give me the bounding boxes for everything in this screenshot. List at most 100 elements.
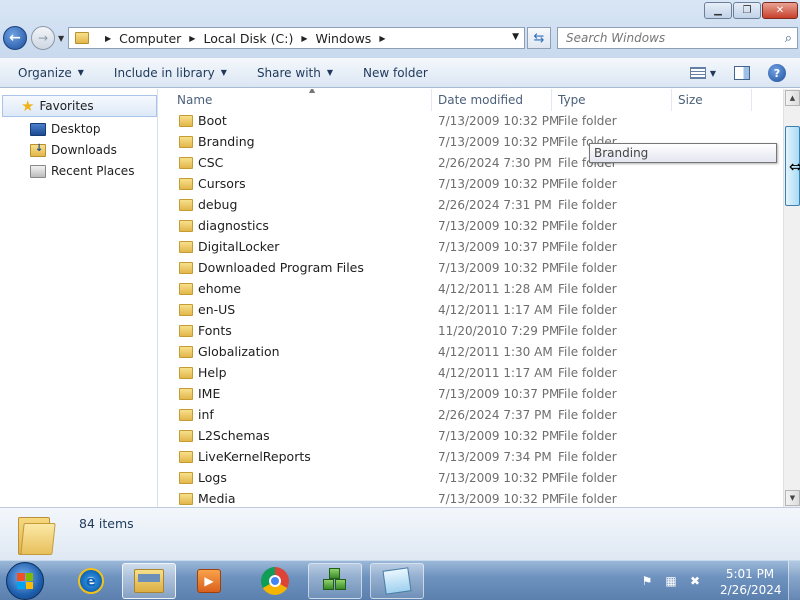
file-date: 7/13/2009 10:32 PM (438, 260, 560, 275)
media-player-icon: ▶ (197, 569, 221, 593)
column-header-type[interactable]: Type (552, 89, 672, 111)
folder-icon (179, 198, 193, 211)
column-header-size[interactable]: Size (672, 89, 752, 111)
taskbar-media-player[interactable]: ▶ (182, 563, 236, 599)
column-name-label: Name (177, 93, 213, 107)
table-row[interactable]: DigitalLocker 7/13/2009 10:37 PM File fold… (159, 236, 783, 257)
table-row[interactable]: Help 4/12/2011 1:17 AM File folder (159, 362, 783, 383)
column-size-label: Size (678, 93, 703, 107)
table-row[interactable]: inf 2/26/2024 7:37 PM File folder (159, 404, 783, 425)
table-row[interactable]: Boot 7/13/2009 10:32 PM File folder (159, 110, 783, 131)
file-date: 7/13/2009 10:32 PM (438, 491, 560, 506)
folder-icon (179, 114, 193, 127)
sort-ascending-icon: ▲ (309, 89, 316, 94)
table-row[interactable]: en-US 4/12/2011 1:17 AM File folder (159, 299, 783, 320)
file-name: debug (198, 197, 238, 212)
table-row[interactable]: Fonts 11/20/2010 7:29 PM File folder (159, 320, 783, 341)
tooltip: Branding (589, 143, 777, 163)
start-button[interactable] (6, 562, 44, 600)
table-row[interactable]: IME 7/13/2009 10:37 PM File folder (159, 383, 783, 404)
chevron-right-icon[interactable]: ▶ (189, 34, 195, 43)
folder-icon (179, 345, 193, 358)
clock[interactable]: 5:01 PM 2/26/2024 (720, 566, 782, 598)
refresh-button[interactable]: ⇆ (527, 27, 551, 49)
column-header-date[interactable]: Date modified (432, 89, 552, 111)
column-header-name[interactable]: Name ▲ (171, 89, 432, 111)
scroll-down-button[interactable]: ▼ (785, 490, 800, 506)
breadcrumb-computer[interactable]: Computer (119, 31, 181, 46)
file-name: diagnostics (198, 218, 269, 233)
sidebar-item-desktop[interactable]: Desktop (30, 119, 101, 139)
file-date: 2/26/2024 7:30 PM (438, 155, 552, 170)
search-input[interactable] (566, 31, 766, 45)
file-date: 7/13/2009 10:32 PM (438, 134, 560, 149)
table-row[interactable]: diagnostics 7/13/2009 10:32 PM File folder (159, 215, 783, 236)
folder-icon (179, 261, 193, 274)
forward-button[interactable]: → (31, 26, 55, 50)
file-name: en-US (198, 302, 236, 317)
organize-menu[interactable]: Organize ▼ (0, 66, 84, 80)
network-icon[interactable]: ▦ (664, 574, 678, 588)
close-button[interactable]: ✕ (762, 2, 798, 19)
taskbar-internet-explorer[interactable]: e (64, 563, 118, 599)
table-row[interactable]: Media 7/13/2009 10:32 PM File folder (159, 488, 783, 507)
change-view-icon[interactable] (689, 67, 706, 79)
chevron-right-icon[interactable]: ▶ (301, 34, 307, 43)
preview-pane-icon[interactable] (734, 66, 750, 80)
table-row[interactable]: Logs 7/13/2009 10:32 PM File folder (159, 467, 783, 488)
star-icon: ★ (21, 97, 35, 115)
file-date: 7/13/2009 10:37 PM (438, 386, 560, 401)
minimize-button[interactable]: ▁ (704, 2, 732, 19)
back-button[interactable]: ← (3, 26, 27, 50)
file-name: Help (198, 365, 227, 380)
recent-pages-dropdown[interactable]: ▼ (58, 34, 64, 43)
table-row[interactable]: debug 2/26/2024 7:31 PM File folder (159, 194, 783, 215)
help-icon[interactable]: ? (768, 64, 786, 82)
scroll-up-button[interactable]: ▲ (785, 90, 800, 106)
taskbar-notepad[interactable] (370, 563, 424, 599)
command-bar: Organize ▼ Include in library ▼ Share wi… (0, 58, 800, 88)
sidebar-item-downloads[interactable]: Downloads (30, 140, 117, 160)
folder-icon (179, 324, 193, 337)
volume-muted-icon[interactable]: ✖ (688, 574, 702, 588)
address-bar[interactable]: ▶ Computer ▶ Local Disk (C:) ▶ Windows ▶… (68, 27, 525, 49)
file-type: File folder (558, 365, 617, 380)
file-date: 7/13/2009 10:32 PM (438, 218, 560, 233)
column-date-label: Date modified (438, 93, 524, 107)
breadcrumb-local-disk[interactable]: Local Disk (C:) (203, 31, 293, 46)
breadcrumb-windows[interactable]: Windows (316, 31, 372, 46)
file-name: L2Schemas (198, 428, 270, 443)
taskbar-chrome[interactable] (248, 563, 302, 599)
taskbar-cubes-app[interactable] (308, 563, 362, 599)
table-row[interactable]: L2Schemas 7/13/2009 10:32 PM File folder (159, 425, 783, 446)
share-with-label: Share with (256, 65, 321, 80)
include-in-library-menu[interactable]: Include in library ▼ (84, 66, 227, 80)
table-row[interactable]: ehome 4/12/2011 1:28 AM File folder (159, 278, 783, 299)
new-folder-button[interactable]: New folder (333, 66, 428, 80)
share-with-menu[interactable]: Share with ▼ (227, 66, 333, 80)
folder-icon (75, 32, 89, 44)
chevron-right-icon[interactable]: ▶ (105, 34, 111, 43)
chevron-down-icon[interactable]: ▼ (710, 69, 716, 78)
action-center-flag-icon[interactable]: ⚑ (640, 574, 654, 588)
folder-icon (179, 135, 193, 148)
chevron-right-icon[interactable]: ▶ (379, 34, 385, 43)
search-box[interactable]: ⌕ (557, 27, 798, 49)
address-history-dropdown[interactable]: ▼ (512, 32, 519, 42)
taskbar-windows-explorer[interactable] (122, 563, 176, 599)
vertical-scrollbar[interactable]: ▲ ▼ (783, 89, 800, 507)
sidebar-item-label: Downloads (51, 143, 117, 157)
show-desktop-button[interactable] (788, 561, 800, 600)
sidebar-item-recent-places[interactable]: Recent Places (30, 161, 134, 181)
maximize-button[interactable]: ❐ (733, 2, 761, 19)
sidebar-favorites[interactable]: ★ Favorites (2, 95, 157, 117)
table-row[interactable]: Globalization 4/12/2011 1:30 AM File folde… (159, 341, 783, 362)
cubes-icon (321, 568, 349, 594)
table-row[interactable]: Downloaded Program Files 7/13/2009 10:32 … (159, 257, 783, 278)
file-name: Branding (198, 134, 255, 149)
table-row[interactable]: Cursors 7/13/2009 10:32 PM File folder (159, 173, 783, 194)
search-icon[interactable]: ⌕ (785, 31, 792, 46)
sidebar-item-label: Recent Places (51, 164, 135, 178)
table-row[interactable]: LiveKernelReports 7/13/2009 7:34 PM File f… (159, 446, 783, 467)
file-date: 7/13/2009 10:32 PM (438, 176, 560, 191)
